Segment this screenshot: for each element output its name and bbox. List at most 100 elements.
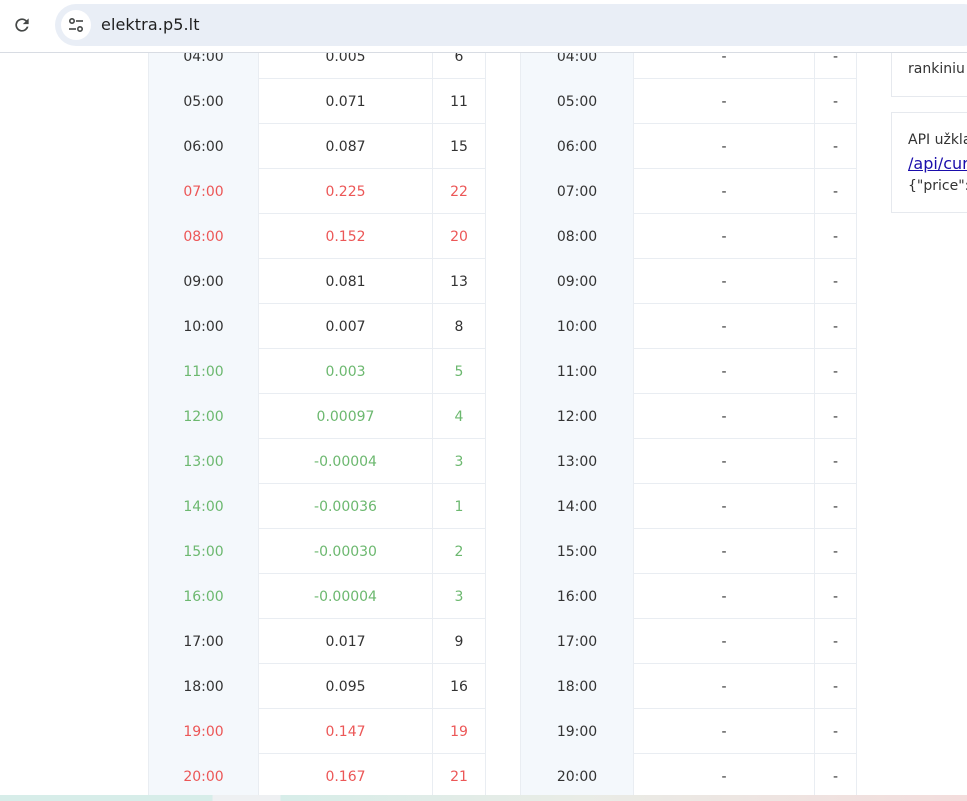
- price-cell: -0.00030: [259, 529, 433, 574]
- price-cell: 0.152: [259, 214, 433, 259]
- price-cell: -: [634, 349, 815, 394]
- hour-cell: 06:00: [148, 124, 259, 169]
- tomorrow-price-table: 04:00- -05:00- -06:00- -07:00- -08:00- -09:00…: [520, 34, 857, 799]
- table-row: 11:00 0.003 5: [148, 349, 486, 394]
- hour-cell: 11:00: [520, 349, 634, 394]
- table-row: 07:00 0.225 22: [148, 169, 486, 214]
- rank-cell: 19: [433, 709, 486, 754]
- url-text[interactable]: elektra.p5.lt: [101, 15, 200, 34]
- tune-icon[interactable]: [61, 10, 91, 40]
- hour-cell: 09:00: [520, 259, 634, 304]
- hour-cell: 16:00: [148, 574, 259, 619]
- price-cell: 0.071: [259, 79, 433, 124]
- table-row: 05:00 0.071 11: [148, 79, 486, 124]
- rank-cell: -: [815, 304, 857, 349]
- price-cell: -: [634, 259, 815, 304]
- rank-cell: 2: [433, 529, 486, 574]
- table-row: 19:00- -: [520, 709, 857, 754]
- rank-cell: -: [815, 439, 857, 484]
- table-row: 09:00 0.081 13: [148, 259, 486, 304]
- hour-cell: 10:00: [148, 304, 259, 349]
- rank-cell: 13: [433, 259, 486, 304]
- rank-cell: -: [815, 169, 857, 214]
- hour-cell: 16:00: [520, 574, 634, 619]
- table-row: 16:00 -0.00004 3: [148, 574, 486, 619]
- table-row: 12:00- -: [520, 394, 857, 439]
- price-cell: 0.147: [259, 709, 433, 754]
- table-row: 11:00- -: [520, 349, 857, 394]
- table-row: 14:00- -: [520, 484, 857, 529]
- table-row: 16:00- -: [520, 574, 857, 619]
- table-row: 15:00- -: [520, 529, 857, 574]
- hour-cell: 19:00: [148, 709, 259, 754]
- table-row: 06:00 0.087 15: [148, 124, 486, 169]
- hour-cell: 12:00: [520, 394, 634, 439]
- address-bar[interactable]: elektra.p5.lt: [55, 4, 967, 46]
- table-row: 20:00- -: [520, 754, 857, 799]
- table-row: 14:00 -0.00036 1: [148, 484, 486, 529]
- rank-cell: -: [815, 529, 857, 574]
- table-row: 05:00- -: [520, 79, 857, 124]
- info-card-text: rankiniu: [908, 61, 965, 77]
- price-cell: 0.095: [259, 664, 433, 709]
- hour-cell: 07:00: [148, 169, 259, 214]
- price-cell: 0.087: [259, 124, 433, 169]
- table-row: 15:00 -0.00030 2: [148, 529, 486, 574]
- price-cell: -: [634, 79, 815, 124]
- price-cell: -: [634, 394, 815, 439]
- table-row: 07:00- -: [520, 169, 857, 214]
- hour-cell: 08:00: [520, 214, 634, 259]
- rank-cell: -: [815, 574, 857, 619]
- rank-cell: -: [815, 754, 857, 799]
- rank-cell: -: [815, 394, 857, 439]
- bottom-strip: [0, 795, 967, 801]
- price-cell: 0.167: [259, 754, 433, 799]
- rank-cell: 1: [433, 484, 486, 529]
- hour-cell: 13:00: [148, 439, 259, 484]
- rank-cell: 11: [433, 79, 486, 124]
- price-cell: -: [634, 484, 815, 529]
- api-card-label: API užklа: [908, 132, 967, 148]
- hour-cell: 18:00: [148, 664, 259, 709]
- rank-cell: 21: [433, 754, 486, 799]
- rank-cell: -: [815, 259, 857, 304]
- table-row: 18:00- -: [520, 664, 857, 709]
- rank-cell: 9: [433, 619, 486, 664]
- table-row: 10:00- -: [520, 304, 857, 349]
- hour-cell: 17:00: [148, 619, 259, 664]
- price-cell: 0.003: [259, 349, 433, 394]
- hour-cell: 17:00: [520, 619, 634, 664]
- hour-cell: 14:00: [148, 484, 259, 529]
- rank-cell: 4: [433, 394, 486, 439]
- hour-cell: 15:00: [520, 529, 634, 574]
- rank-cell: -: [815, 214, 857, 259]
- api-card: API užklа /api/cur {"price":": [891, 112, 967, 213]
- price-cell: -: [634, 124, 815, 169]
- price-cell: 0.017: [259, 619, 433, 664]
- hour-cell: 18:00: [520, 664, 634, 709]
- table-row: 08:00- -: [520, 214, 857, 259]
- price-cell: -: [634, 439, 815, 484]
- hour-cell: 10:00: [520, 304, 634, 349]
- hour-cell: 05:00: [148, 79, 259, 124]
- price-cell: -: [634, 574, 815, 619]
- price-cell: -: [634, 709, 815, 754]
- price-cell: 0.007: [259, 304, 433, 349]
- table-row: 17:00- -: [520, 619, 857, 664]
- price-cell: -: [634, 664, 815, 709]
- rank-cell: 5: [433, 349, 486, 394]
- price-cell: 0.081: [259, 259, 433, 304]
- reload-icon[interactable]: [10, 13, 34, 37]
- price-cell: -: [634, 529, 815, 574]
- hour-cell: 05:00: [520, 79, 634, 124]
- rank-cell: 3: [433, 574, 486, 619]
- hour-cell: 06:00: [520, 124, 634, 169]
- table-row: 09:00- -: [520, 259, 857, 304]
- price-cell: 0.00097: [259, 394, 433, 439]
- price-cell: -: [634, 169, 815, 214]
- rank-cell: 20: [433, 214, 486, 259]
- api-link[interactable]: /api/cur: [908, 154, 967, 173]
- price-cell: 0.225: [259, 169, 433, 214]
- hour-cell: 11:00: [148, 349, 259, 394]
- table-row: 20:00 0.167 21: [148, 754, 486, 799]
